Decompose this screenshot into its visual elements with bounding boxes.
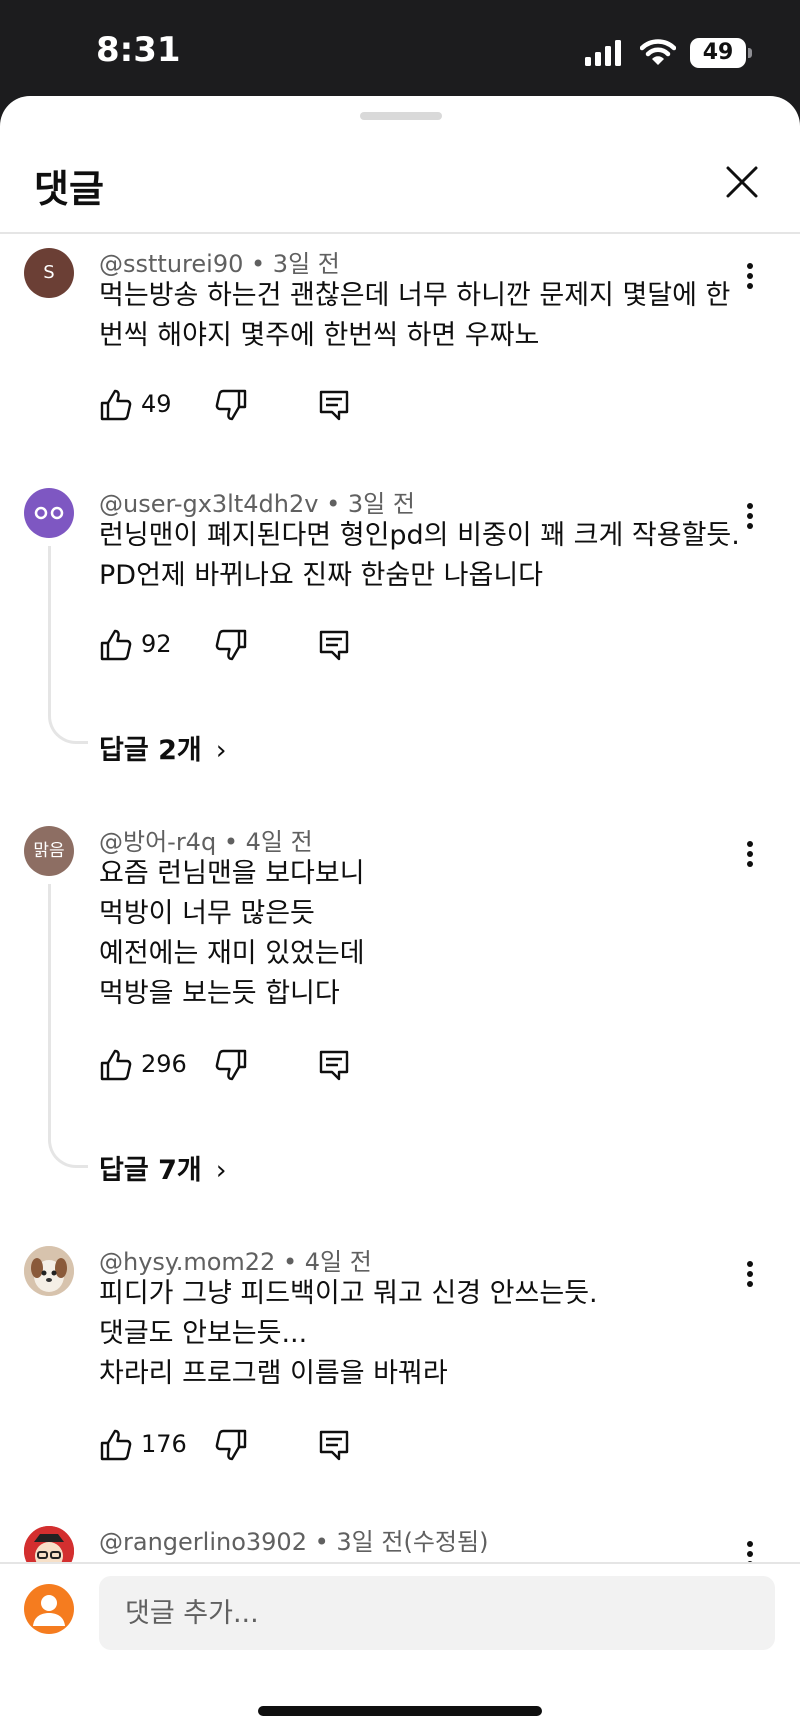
comment-actions: 176	[99, 1428, 499, 1468]
status-time: 8:31	[96, 30, 181, 70]
comment-line: 피디가 그냥 피드백이고 뭐고 신경 안쓰는듯.	[99, 1278, 598, 1309]
thread-line	[48, 884, 88, 1168]
comment-meta: @hysy.mom22 • 4일 전	[99, 1242, 372, 1277]
avatar[interactable]	[24, 488, 74, 538]
more-vert-icon[interactable]	[735, 1254, 765, 1294]
comment-actions: 92	[99, 628, 499, 668]
reply-comment-icon[interactable]	[317, 1048, 351, 1082]
comment-line: 먹방이 너무 많은듯	[99, 898, 315, 929]
comment-text: 먹는방송 하는건 괜찮은데 너무 하니깐 문제지 몇달에 한 번씩 해야지 몇주…	[99, 276, 730, 356]
comment-line: 차라리 프로그램 이름을 바꿔라	[99, 1358, 448, 1389]
status-bar: 8:31 49	[0, 0, 800, 100]
cartoon-avatar	[24, 1526, 74, 1562]
sheet-title: 댓글	[34, 167, 104, 211]
view-replies-button[interactable]: 답글 7개 ›	[99, 1148, 227, 1187]
footer-divider	[0, 1562, 800, 1564]
comment-line: 요즘 런님맨을 보다보니	[99, 858, 365, 889]
comment-meta: @user-gx3lt4dh2v • 3일 전	[99, 484, 415, 519]
comment-author[interactable]: @hysy.mom22	[99, 1248, 275, 1276]
like-count: 296	[141, 1050, 187, 1078]
more-vert-icon[interactable]	[735, 256, 765, 296]
comment-age: 3일 전(수정됨)	[336, 1528, 489, 1556]
comment-meta: @sstturei90 • 3일 전	[99, 244, 340, 279]
comment-line: 예전에는 재미 있었는데	[99, 938, 365, 969]
comments-list[interactable]: S @sstturei90 • 3일 전 먹는방송 하는건 괜찮은데 너무 하니…	[0, 234, 800, 1562]
sheet-grabber[interactable]	[360, 112, 442, 120]
like-count: 49	[141, 390, 172, 418]
wifi-icon	[640, 39, 676, 65]
like-count: 176	[141, 1430, 187, 1458]
meta-separator: •	[282, 1248, 305, 1276]
thumbs-up-icon[interactable]	[99, 628, 133, 662]
meta-separator: •	[223, 828, 246, 856]
thumbs-down-icon[interactable]	[214, 1428, 248, 1462]
more-vert-icon[interactable]	[735, 834, 765, 874]
meta-separator: •	[314, 1528, 337, 1556]
comment-line: PD언제 바뀌나요 진짜 한숨만 나옵니다	[99, 560, 544, 591]
thumbs-down-icon[interactable]	[214, 388, 248, 422]
comment-text: 런닝맨이 폐지된다면 형인pd의 비중이 꽤 크게 작용할듯. PD언제 바뀌나…	[99, 516, 740, 596]
face-avatar-icon	[34, 506, 64, 520]
comment-author[interactable]: @user-gx3lt4dh2v	[99, 490, 318, 518]
avatar-initial: S	[43, 262, 55, 283]
thumbs-up-icon[interactable]	[99, 1428, 133, 1462]
comment-age: 3일 전	[347, 490, 415, 518]
more-vert-icon[interactable]	[735, 1534, 765, 1562]
dog-photo-avatar	[24, 1246, 74, 1296]
avatar[interactable]: 맑음	[24, 826, 74, 876]
comment-meta: @방어-r4q • 4일 전	[99, 822, 313, 857]
comment-text: 요즘 런님맨을 보다보니 먹방이 너무 많은듯 예전에는 재미 있었는데 먹방을…	[99, 854, 365, 1014]
home-indicator	[258, 1706, 542, 1716]
user-avatar-icon	[24, 1584, 74, 1634]
replies-count: 답글 2개	[99, 735, 202, 766]
comment-meta: @rangerlino3902 • 3일 전(수정됨)	[99, 1522, 488, 1557]
replies-count: 답글 7개	[99, 1155, 202, 1186]
comment-text: 피디가 그냥 피드백이고 뭐고 신경 안쓰는듯. 댓글도 안보는듯... 차라리…	[99, 1274, 598, 1394]
thumbs-up-icon[interactable]	[99, 388, 133, 422]
avatar-text: 맑음	[33, 841, 65, 861]
like-count: 92	[141, 630, 172, 658]
comment-author[interactable]: @sstturei90	[99, 250, 243, 278]
close-icon[interactable]	[722, 162, 762, 202]
avatar[interactable]	[24, 1246, 74, 1296]
meta-separator: •	[326, 490, 348, 518]
thread-line	[48, 546, 88, 744]
comment-age: 4일 전	[304, 1248, 372, 1276]
comment-author[interactable]: @rangerlino3902	[99, 1528, 307, 1556]
meta-separator: •	[251, 250, 273, 278]
comment-line: 번씩 해야지 몇주에 한번씩 하면 우짜노	[99, 320, 540, 351]
reply-comment-icon[interactable]	[317, 1428, 351, 1462]
chevron-right-icon: ›	[215, 735, 227, 766]
battery-indicator: 49	[690, 38, 752, 68]
chevron-right-icon: ›	[215, 1155, 227, 1186]
person-icon	[33, 1595, 65, 1626]
comment-actions: 296	[99, 1048, 499, 1088]
comment-line: 먹는방송 하는건 괜찮은데 너무 하니깐 문제지 몇달에 한	[99, 280, 731, 311]
reply-comment-icon[interactable]	[317, 628, 351, 662]
comment-author[interactable]: @방어-r4q	[99, 828, 216, 856]
comment-actions: 49	[99, 388, 499, 428]
thumbs-down-icon[interactable]	[214, 628, 248, 662]
reply-comment-icon[interactable]	[317, 388, 351, 422]
comment-line: 댓글도 안보는듯...	[99, 1318, 308, 1349]
thumbs-down-icon[interactable]	[214, 1048, 248, 1082]
avatar[interactable]	[24, 1526, 74, 1562]
comment-line: 먹방을 보는듯 합니다	[99, 978, 340, 1009]
comments-sheet: 댓글 S @sstturei90 • 3일 전 먹는방송 하는건 괜찮은데 너무…	[0, 96, 800, 1732]
comment-line: 런닝맨이 폐지된다면 형인pd의 비중이 꽤 크게 작용할듯.	[99, 520, 740, 551]
comment-age: 3일 전	[272, 250, 340, 278]
thumbs-up-icon[interactable]	[99, 1048, 133, 1082]
cellular-signal-icon	[585, 40, 621, 66]
comment-age: 4일 전	[245, 828, 313, 856]
add-comment-input[interactable]	[99, 1576, 775, 1650]
view-replies-button[interactable]: 답글 2개 ›	[99, 728, 227, 767]
avatar[interactable]: S	[24, 248, 74, 298]
